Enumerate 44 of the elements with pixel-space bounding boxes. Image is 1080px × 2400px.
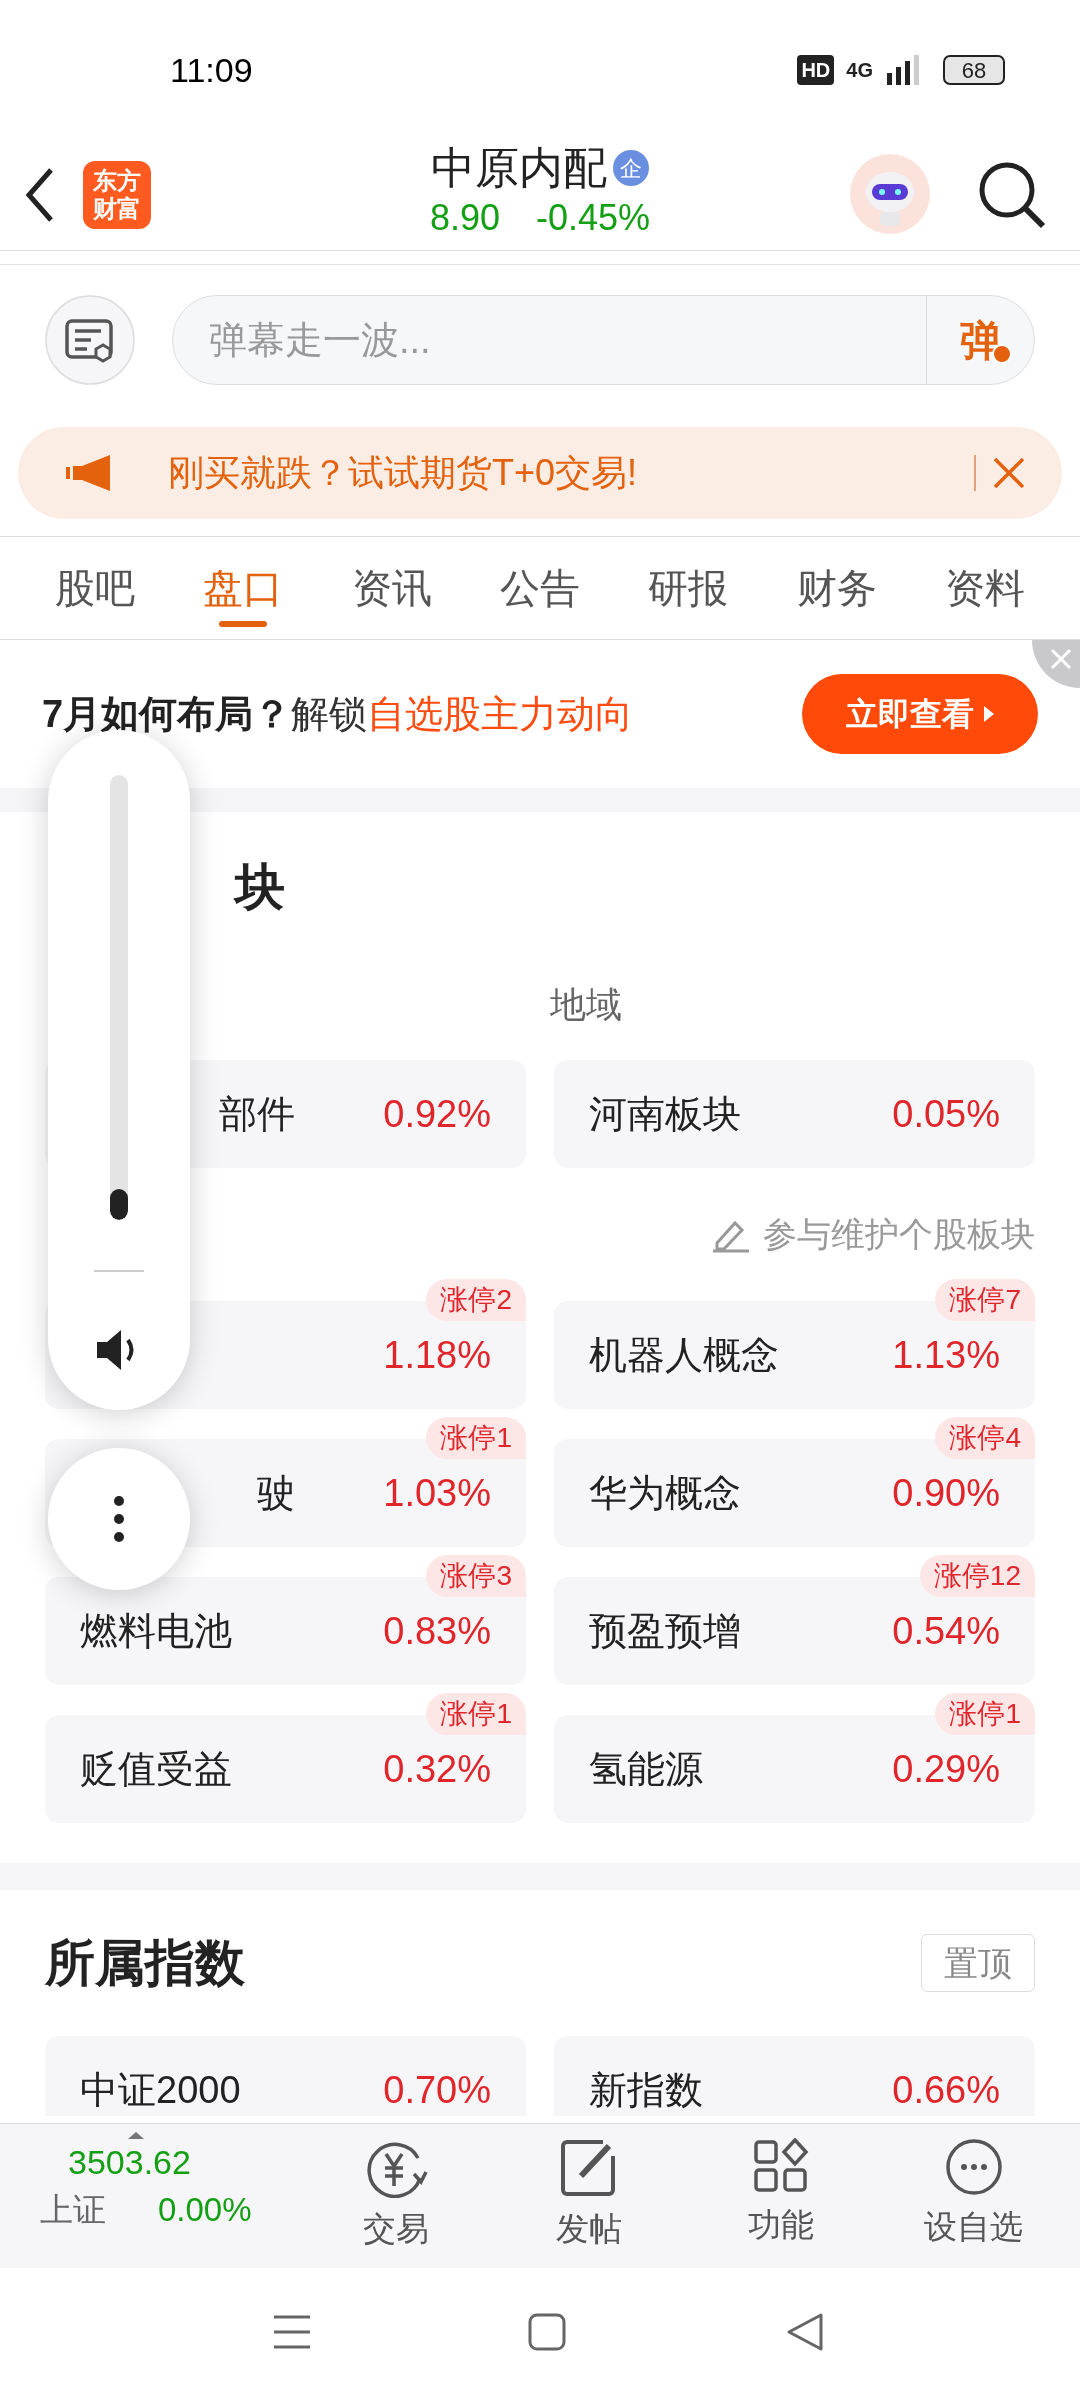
sector-change: 1.18% (383, 1333, 491, 1378)
limit-up-badge: 涨停4 (935, 1417, 1035, 1459)
sector-change: 0.29% (892, 1747, 1000, 1792)
sector-change: 0.32% (383, 1747, 491, 1792)
network-label: 4G (846, 58, 873, 83)
limit-up-badge: 涨停1 (426, 1693, 526, 1735)
sector-name: 华为概念 (589, 1471, 741, 1516)
sector-change: 0.05% (892, 1092, 1000, 1137)
stock-price: 8.90 (429, 196, 500, 240)
section-title: 块 (235, 857, 285, 917)
sector-change: 0.92% (383, 1092, 491, 1137)
section-title: 所属指数 (45, 1933, 245, 1993)
limit-up-badge: 涨停1 (426, 1417, 526, 1459)
sector-name: 贬值受益 (80, 1747, 232, 1792)
limit-up-badge: 涨停12 (919, 1555, 1035, 1597)
sector-change: 1.13% (892, 1333, 1000, 1378)
sector-name: 机器人概念 (589, 1333, 779, 1378)
sector-change: 0.90% (892, 1471, 1000, 1516)
sector-change: 0.70% (383, 2068, 491, 2113)
sector-name: 新指数 (589, 2068, 703, 2113)
sector-name: 部件 (219, 1092, 295, 1137)
enterprise-badge: 企 (613, 150, 649, 186)
sector-name: 燃料电池 (80, 1609, 232, 1654)
sector-change: 0.83% (383, 1609, 491, 1654)
sector-name: 预盈预增 (589, 1609, 741, 1654)
sector-change: 0.54% (892, 1609, 1000, 1654)
sector-name: 中证2000 (80, 2068, 241, 2113)
battery-indicator: 68 (943, 55, 1005, 85)
limit-up-badge: 涨停2 (426, 1279, 526, 1321)
stock-name: 中原内配 (431, 142, 607, 194)
sector-name: 氢能源 (589, 1747, 703, 1792)
hd-badge: HD (797, 55, 835, 85)
notice-text: 刚买就跌？试试期货T+0交易! (168, 451, 639, 495)
sector-name: 驶 (257, 1471, 295, 1516)
limit-up-badge: 涨停1 (935, 1693, 1035, 1735)
status-time: 11:09 (170, 49, 253, 91)
sector-change: 1.03% (383, 1471, 491, 1516)
promo-text: 7月如何布局？解锁自选股主力动向 (42, 691, 634, 737)
limit-up-badge: 涨停3 (426, 1555, 526, 1597)
sector-change: 0.66% (892, 2068, 1000, 2113)
sector-name: 河南板块 (589, 1092, 741, 1137)
region-label: 地域 (550, 983, 622, 1027)
price-change: -0.45% (536, 196, 651, 240)
limit-up-badge: 涨停7 (935, 1279, 1035, 1321)
